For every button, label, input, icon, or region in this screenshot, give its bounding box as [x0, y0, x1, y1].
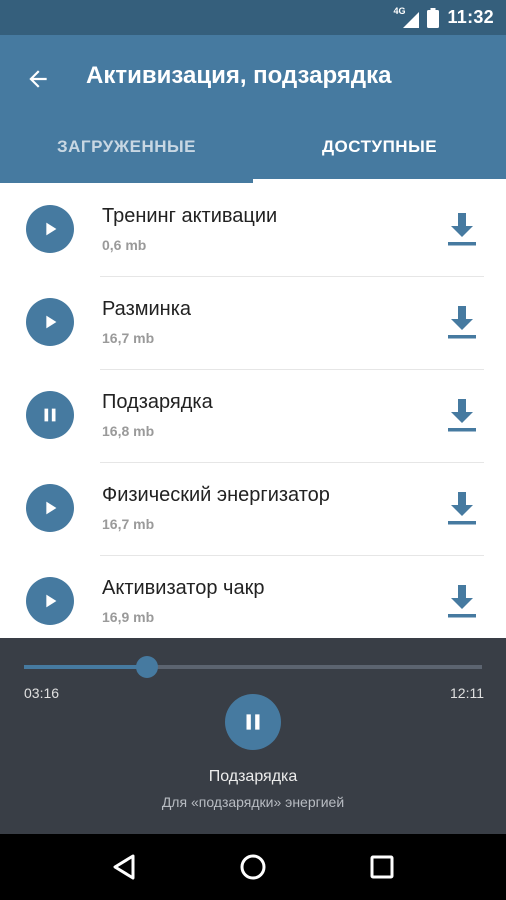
pause-button[interactable] — [26, 391, 74, 439]
current-time: 03:16 — [24, 685, 60, 701]
track-size: 16,9 mb — [102, 609, 155, 625]
seek-bar[interactable] — [24, 656, 482, 678]
now-playing-title: Подзарядка — [208, 768, 298, 785]
seek-progress — [24, 665, 147, 669]
track-size: 16,7 mb — [102, 330, 155, 346]
download-button[interactable] — [440, 486, 484, 530]
tab-downloaded[interactable]: ЗАГРУЖЕННЫЕ — [0, 111, 253, 183]
play-button[interactable] — [26, 298, 74, 346]
tab-available[interactable]: ДОСТУПНЫЕ — [253, 111, 506, 183]
list-item[interactable]: Физический энергизатор 16,7 mb — [0, 462, 506, 555]
play-icon — [46, 315, 57, 329]
download-button[interactable] — [440, 207, 484, 251]
page-title: Активизация, подзарядка — [86, 62, 392, 89]
app-bar: Активизация, подзарядка ЗАГРУЖЕННЫЕ ДОСТ… — [0, 35, 506, 183]
track-title: Подзарядка — [102, 391, 213, 413]
download-icon — [448, 492, 476, 525]
play-button[interactable] — [26, 205, 74, 253]
play-icon — [46, 594, 57, 608]
track-title: Физический энергизатор — [102, 484, 330, 506]
download-icon — [448, 585, 476, 618]
list-item[interactable]: Подзарядка 16,8 mb — [0, 369, 506, 462]
download-icon — [448, 399, 476, 432]
track-size: 16,7 mb — [102, 516, 155, 532]
play-button[interactable] — [26, 577, 74, 625]
triangle-back-icon — [113, 854, 135, 880]
track-title: Разминка — [102, 298, 192, 320]
list-item[interactable]: Тренинг активации 0,6 mb — [0, 183, 506, 276]
tab-bar: ЗАГРУЖЕННЫЕ ДОСТУПНЫЕ — [0, 111, 506, 183]
play-icon — [46, 501, 57, 515]
player-pause-button[interactable] — [225, 694, 281, 750]
download-icon — [448, 306, 476, 339]
now-playing-subtitle: Для «подзарядки» энергией — [161, 794, 345, 810]
nav-recents-button[interactable] — [358, 843, 406, 891]
list-item[interactable]: Разминка 16,7 mb — [0, 276, 506, 369]
mini-player: 03:16 12:11 Подзарядка Для «подзарядки» … — [0, 638, 506, 834]
nav-home-button[interactable] — [229, 843, 277, 891]
seek-thumb[interactable] — [135, 656, 158, 678]
play-button[interactable] — [26, 484, 74, 532]
play-icon — [46, 222, 57, 236]
battery-icon — [427, 7, 440, 28]
total-time: 12:11 — [450, 685, 484, 701]
system-nav-bar — [0, 834, 506, 900]
signal-icon: 4G — [393, 6, 420, 28]
track-size: 16,8 mb — [102, 423, 155, 439]
pause-icon — [246, 714, 260, 730]
nav-back-button[interactable] — [100, 843, 148, 891]
download-icon — [448, 213, 476, 246]
track-size: 0,6 mb — [102, 237, 147, 253]
pause-icon — [44, 408, 56, 422]
download-button[interactable] — [440, 300, 484, 344]
list-item[interactable]: Активизатор чакр 16,9 mb — [0, 555, 506, 638]
track-title: Активизатор чакр — [102, 577, 265, 599]
square-recents-icon — [370, 855, 394, 879]
track-title: Тренинг активации — [102, 205, 278, 227]
back-button[interactable] — [16, 57, 60, 101]
arrow-back-icon — [29, 70, 47, 88]
track-list: Тренинг активации 0,6 mb Разминка 16,7 m… — [0, 183, 506, 638]
clock: 11:32 — [447, 7, 494, 27]
circle-home-icon — [240, 854, 266, 880]
download-button[interactable] — [440, 393, 484, 437]
status-bar: 4G 11:32 — [0, 0, 506, 35]
download-button[interactable] — [440, 579, 484, 623]
